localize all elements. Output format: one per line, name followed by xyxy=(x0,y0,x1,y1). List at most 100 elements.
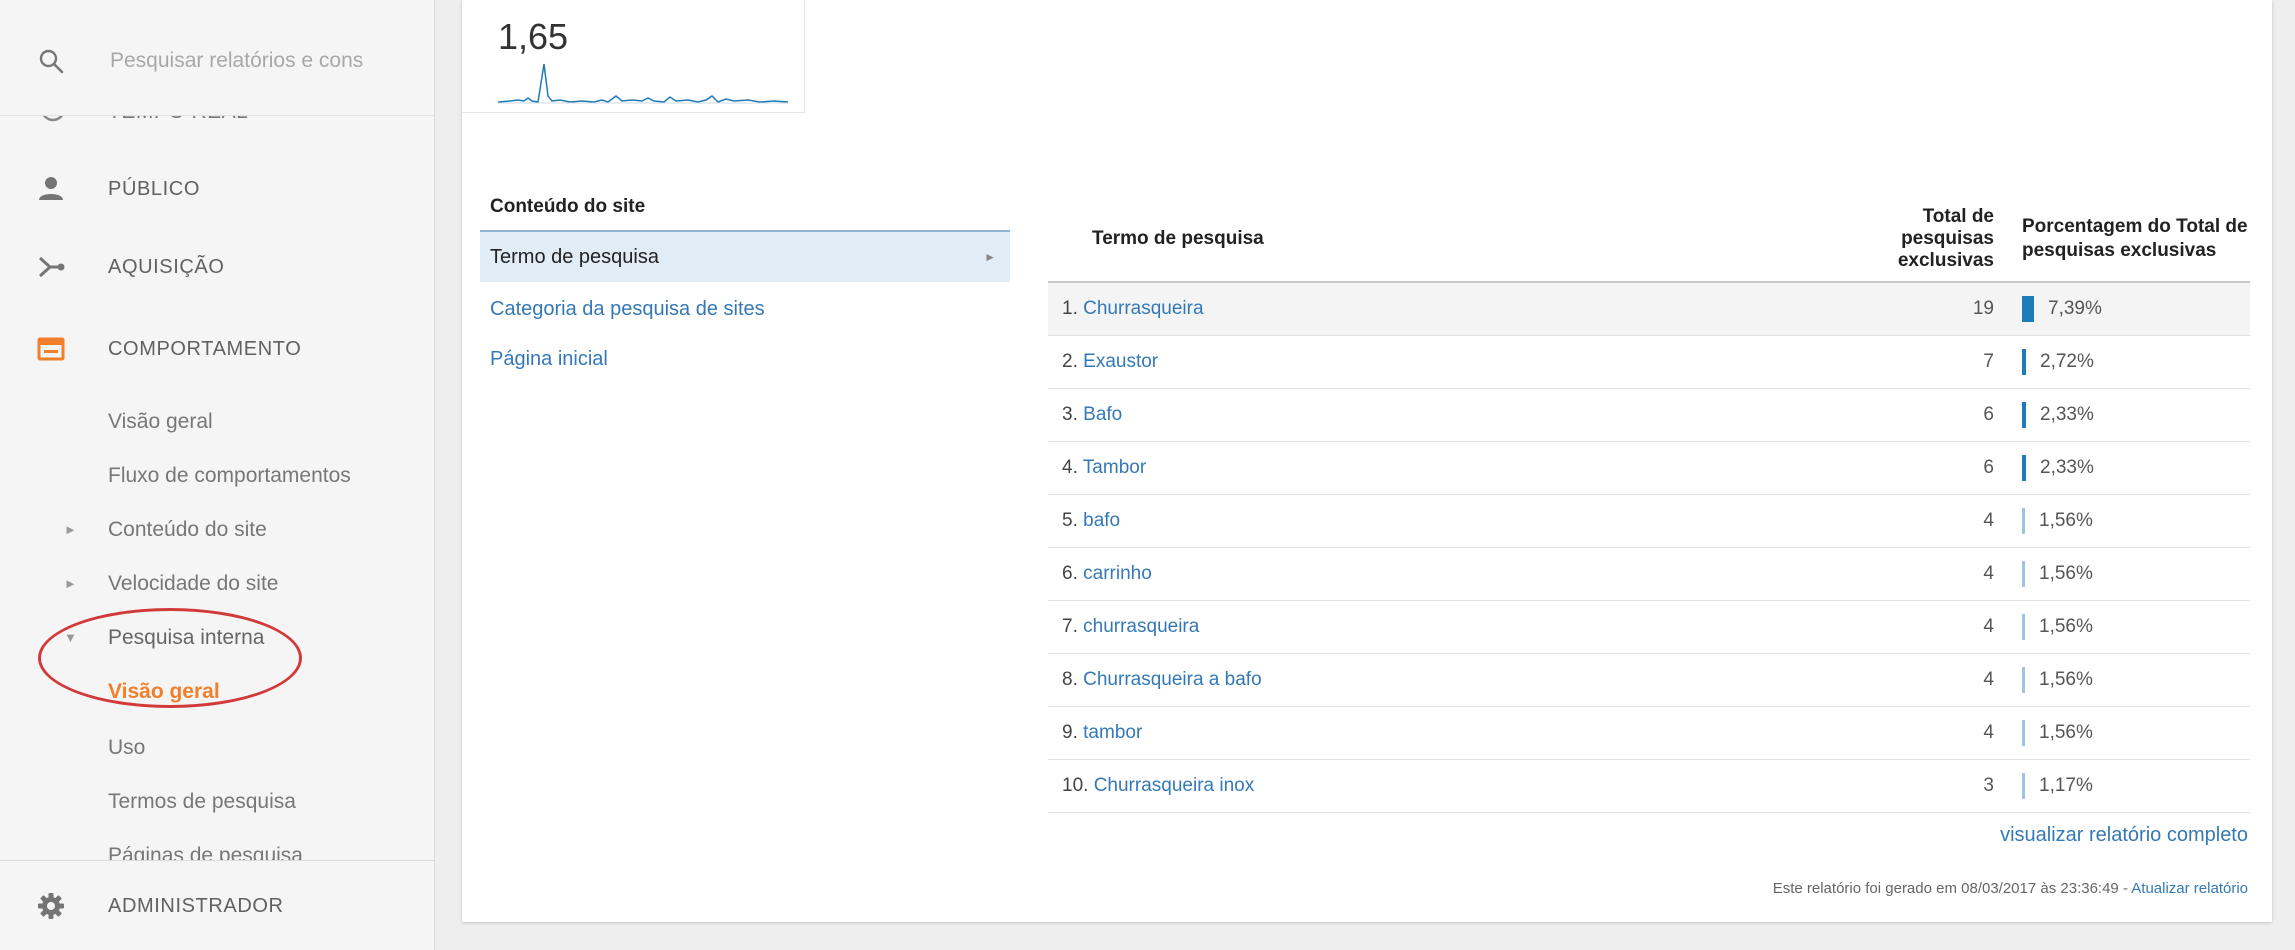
percentage-bar xyxy=(2022,507,2025,534)
cell-total: 4 xyxy=(1983,668,1994,690)
cell-percentage: 1,56% xyxy=(1994,494,2250,547)
expand-arrow-icon[interactable]: ► xyxy=(64,522,77,537)
cell-total: 3 xyxy=(1983,774,1994,796)
search-term-link[interactable]: Churrasqueira a bafo xyxy=(1083,669,1262,690)
percentage-bar xyxy=(2022,719,2025,746)
sidebar-sub-conteudo[interactable]: Conteúdo do site xyxy=(108,518,267,542)
dimension-label: Termo de pesquisa xyxy=(490,246,659,268)
expand-arrow-icon[interactable]: ► xyxy=(64,576,77,591)
sidebar-item-publico[interactable]: PÚBLICO xyxy=(0,160,434,220)
percentage-text: 1,56% xyxy=(2039,668,2093,690)
cell-percentage: 2,33% xyxy=(1994,441,2250,494)
cell-total: 19 xyxy=(1972,297,1994,319)
dimension-pagina-inicial-link[interactable]: Página inicial xyxy=(480,332,1010,386)
sidebar-sub-pesquisa-visao-geral[interactable]: Visão geral xyxy=(108,680,220,704)
table-row[interactable]: 6. carrinho 4 1,56% xyxy=(1048,547,2250,600)
table-row[interactable]: 5. bafo 4 1,56% xyxy=(1048,494,2250,547)
search-term-link[interactable]: tambor xyxy=(1083,722,1142,743)
table-row[interactable]: 7. churrasqueira 4 1,56% xyxy=(1048,600,2250,653)
search-input[interactable] xyxy=(108,42,412,80)
row-number: 2. xyxy=(1062,350,1078,372)
cell-term: 1. Churrasqueira xyxy=(1048,282,1844,335)
percentage-bar xyxy=(2022,772,2025,799)
cell-term: 2. Exaustor xyxy=(1048,335,1844,388)
table-row[interactable]: 8. Churrasqueira a bafo 4 1,56% xyxy=(1048,653,2250,706)
percentage-text: 1,56% xyxy=(2039,562,2093,584)
percentage-bar xyxy=(2022,348,2026,375)
table-row[interactable]: 4. Tambor 6 2,33% xyxy=(1048,441,2250,494)
cell-term: 10. Churrasqueira inox xyxy=(1048,759,1844,812)
cell-term: 8. Churrasqueira a bafo xyxy=(1048,653,1844,706)
search-term-link[interactable]: Churrasqueira inox xyxy=(1094,775,1255,796)
row-number: 1. xyxy=(1062,297,1078,319)
percentage-text: 2,33% xyxy=(2040,403,2094,425)
table-row[interactable]: 2. Exaustor 7 2,72% xyxy=(1048,335,2250,388)
table-row[interactable]: 9. tambor 4 1,56% xyxy=(1048,706,2250,759)
percentage-text: 1,56% xyxy=(2039,615,2093,637)
header-line: pesquisas xyxy=(1901,227,1994,249)
cell-term: 6. carrinho xyxy=(1048,547,1844,600)
update-report-link[interactable]: Atualizar relatório xyxy=(2131,880,2248,897)
sidebar-item-comportamento[interactable]: COMPORTAMENTO xyxy=(0,320,434,380)
search-term-link[interactable]: carrinho xyxy=(1083,563,1152,584)
sidebar-item-label: ADMINISTRADOR xyxy=(108,895,284,917)
report-generated-note: Este relatório foi gerado em 08/03/2017 … xyxy=(1773,880,2248,897)
sidebar-sub-termos[interactable]: Termos de pesquisa xyxy=(108,790,296,814)
table-row[interactable]: 10. Churrasqueira inox 3 1,17% xyxy=(1048,759,2250,812)
search-term-link[interactable]: Tambor xyxy=(1083,457,1146,478)
search-term-link[interactable]: bafo xyxy=(1083,510,1120,531)
acquisition-icon xyxy=(38,256,65,278)
search-term-link[interactable]: churrasqueira xyxy=(1083,616,1199,637)
table-row[interactable]: 3. Bafo 6 2,33% xyxy=(1048,388,2250,441)
sidebar-item-aquisicao[interactable]: AQUISIÇÃO xyxy=(0,238,434,298)
sidebar-sub-visao-geral[interactable]: Visão geral xyxy=(108,410,213,434)
sidebar-sub-uso[interactable]: Uso xyxy=(108,736,145,760)
person-icon xyxy=(39,177,63,200)
header-line: Porcentagem do Total de xyxy=(2022,215,2248,237)
sidebar-item-administrador[interactable]: ADMINISTRADOR xyxy=(0,860,434,950)
sidebar-sub-velocidade[interactable]: Velocidade do site xyxy=(108,572,278,596)
sparkline-value: 1,65 xyxy=(498,16,569,57)
cell-percentage: 1,56% xyxy=(1994,600,2250,653)
table-header-row: Termo de pesquisa Total de pesquisas exc… xyxy=(1048,196,2250,282)
header-line: exclusivas xyxy=(1897,249,1994,271)
row-number: 6. xyxy=(1062,562,1078,584)
dimension-categoria-link[interactable]: Categoria da pesquisa de sites xyxy=(480,282,1010,336)
search-term-link[interactable]: Churrasqueira xyxy=(1083,298,1203,319)
cell-total: 7 xyxy=(1983,350,1994,372)
sidebar-sub-fluxo[interactable]: Fluxo de comportamentos xyxy=(108,464,351,488)
percentage-text: 1,17% xyxy=(2039,774,2093,796)
cell-total: 6 xyxy=(1983,456,1994,478)
cell-term: 4. Tambor xyxy=(1048,441,1844,494)
row-number: 8. xyxy=(1062,668,1078,690)
cell-total: 4 xyxy=(1983,562,1994,584)
search-term-link[interactable]: Exaustor xyxy=(1083,351,1158,372)
sidebar-item-label: COMPORTAMENTO xyxy=(108,338,302,360)
table-row[interactable]: 1. Churrasqueira 19 7,39% xyxy=(1048,282,2250,335)
search-icon[interactable] xyxy=(38,48,64,74)
collapse-arrow-icon[interactable]: ▼ xyxy=(64,630,77,645)
row-number: 10. xyxy=(1062,774,1089,796)
percentage-text: 1,56% xyxy=(2039,509,2093,531)
percentage-bar xyxy=(2022,401,2026,428)
sparkline-chart xyxy=(498,63,788,104)
cell-term: 7. churrasqueira xyxy=(1048,600,1844,653)
cell-total: 4 xyxy=(1983,615,1994,637)
cell-percentage: 2,72% xyxy=(1994,335,2250,388)
sidebar-search xyxy=(0,0,434,116)
report-panel: 1,65 Conteúdo do site Termo de pesquisa … xyxy=(462,0,2272,922)
column-header-total[interactable]: Total de pesquisas exclusivas xyxy=(1844,196,1994,282)
dimension-nav-header: Conteúdo do site xyxy=(480,196,1010,232)
gear-icon xyxy=(38,893,64,919)
dimension-termo-pesquisa[interactable]: Termo de pesquisa ► xyxy=(480,232,1010,282)
column-header-percentage[interactable]: Porcentagem do Total de pesquisas exclus… xyxy=(1994,196,2250,282)
sidebar-sub-pesquisa-interna[interactable]: Pesquisa interna xyxy=(108,626,264,650)
cell-percentage: 1,56% xyxy=(1994,547,2250,600)
cell-percentage: 1,56% xyxy=(1994,706,2250,759)
column-header-term[interactable]: Termo de pesquisa xyxy=(1048,196,1844,282)
percentage-bar xyxy=(2022,666,2025,693)
full-report-link[interactable]: visualizar relatório completo xyxy=(2000,824,2248,847)
search-term-link[interactable]: Bafo xyxy=(1083,404,1122,425)
sidebar-item-label: AQUISIÇÃO xyxy=(108,256,225,278)
percentage-text: 2,33% xyxy=(2040,456,2094,478)
